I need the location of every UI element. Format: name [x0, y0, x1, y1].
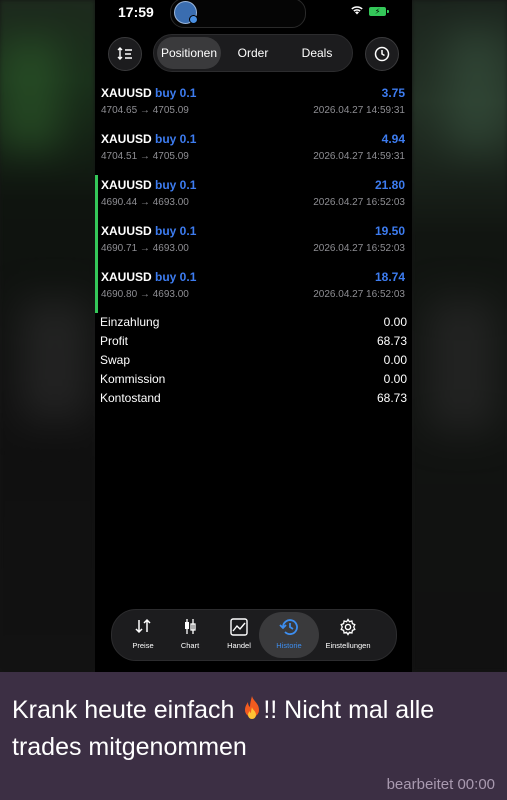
deal-profit: 21.80: [374, 178, 405, 192]
status-bar: 17:59 ⚡: [95, 0, 412, 28]
tab-label: Historie: [276, 641, 302, 650]
tab-historie[interactable]: Historie: [259, 610, 319, 660]
tab-deals[interactable]: Deals: [285, 37, 349, 69]
deal-date: 2026.04.27 14:59:31: [313, 105, 405, 116]
account-summary: Einzahlung 0.00 Profit 68.73 Swap 0.00 K…: [95, 314, 412, 409]
deal-row[interactable]: XAUUSD buy 0.1 18.74 4690.80 → 4693.00 2…: [95, 267, 412, 313]
summary-row-deposit: Einzahlung 0.00: [95, 314, 412, 333]
deal-prices: 4690.80 → 4693.00: [101, 289, 189, 300]
deal-profit: 19.50: [374, 224, 405, 238]
wifi-icon: [350, 4, 364, 18]
deal-profit: 18.74: [374, 270, 405, 284]
deal-direction: buy 0.1: [155, 224, 197, 238]
deal-date: 2026.04.27 16:52:03: [313, 243, 405, 254]
blurred-background-left: [0, 0, 95, 672]
summary-value: 0.00: [383, 372, 407, 386]
deal-prices: 4690.71 → 4693.00: [101, 243, 189, 254]
blurred-background-right: [412, 0, 507, 672]
deal-symbol: XAUUSD buy 0.1: [101, 178, 197, 192]
sort-button[interactable]: [108, 37, 142, 71]
deal-symbol: XAUUSD buy 0.1: [101, 86, 197, 100]
tab-positionen[interactable]: Positionen: [157, 37, 221, 69]
phone-screen: 17:59 ⚡ Positionen Order Deals XAUUSD bu…: [95, 0, 412, 672]
deal-profit: 3.75: [381, 86, 405, 100]
summary-row-commission: Kommission 0.00: [95, 371, 412, 390]
message-edited-timestamp: bearbeitet 00:00: [386, 776, 495, 793]
deal-direction: buy 0.1: [155, 86, 197, 100]
summary-value: 68.73: [376, 334, 407, 348]
period-button[interactable]: [365, 37, 399, 71]
tab-label: Einstellungen: [325, 641, 371, 650]
deal-prices: 4704.51 → 4705.09: [101, 151, 189, 162]
status-time: 17:59: [118, 4, 154, 20]
bottom-tab-bar: Preise Chart Handel Historie Einstellung…: [111, 609, 397, 661]
deal-prices: 4704.65 → 4705.09: [101, 105, 189, 116]
deal-direction: buy 0.1: [155, 178, 197, 192]
tab-chart[interactable]: Chart: [162, 610, 218, 660]
deal-direction: buy 0.1: [155, 132, 197, 146]
summary-row-profit: Profit 68.73: [95, 333, 412, 352]
history-segmented-control: Positionen Order Deals: [153, 34, 353, 72]
dynamic-island: [170, 0, 306, 28]
summary-value: 68.73: [376, 391, 407, 405]
chat-message-bubble[interactable]: Krank heute einfach !! Nicht mal alle tr…: [0, 672, 507, 800]
summary-label: Einzahlung: [100, 315, 160, 329]
sort-icon: [117, 47, 132, 60]
gear-icon: [320, 618, 376, 638]
deal-date: 2026.04.27 14:59:31: [313, 151, 405, 162]
battery-icon: ⚡: [369, 7, 389, 16]
deal-direction: buy 0.1: [155, 270, 197, 284]
summary-label: Kommission: [100, 372, 166, 386]
deal-row[interactable]: XAUUSD buy 0.1 21.80 4690.44 → 4693.00 2…: [95, 175, 412, 221]
deal-prices: 4690.44 → 4693.00: [101, 197, 189, 208]
deal-row[interactable]: XAUUSD buy 0.1 4.94 4704.51 → 4705.09 20…: [95, 129, 412, 175]
summary-value: 0.00: [383, 353, 407, 367]
history-icon: [261, 618, 317, 638]
deal-date: 2026.04.27 16:52:03: [313, 289, 405, 300]
deal-symbol: XAUUSD buy 0.1: [101, 132, 197, 146]
deal-row[interactable]: XAUUSD buy 0.1 19.50 4690.71 → 4693.00 2…: [95, 221, 412, 267]
deal-row[interactable]: XAUUSD buy 0.1 3.75 4704.65 → 4705.09 20…: [95, 83, 412, 129]
tab-order[interactable]: Order: [221, 37, 285, 69]
summary-label: Kontostand: [100, 391, 161, 405]
summary-row-swap: Swap 0.00: [95, 352, 412, 371]
tab-einstellungen[interactable]: Einstellungen: [320, 610, 376, 660]
message-text: Krank heute einfach !! Nicht mal alle tr…: [12, 695, 435, 761]
summary-label: Swap: [100, 353, 131, 367]
deal-symbol: XAUUSD buy 0.1: [101, 224, 197, 238]
deals-list: XAUUSD buy 0.1 3.75 4704.65 → 4705.09 20…: [95, 83, 412, 313]
summary-row-balance: Kontostand 68.73: [95, 390, 412, 409]
app-avatar-icon: [174, 1, 198, 24]
summary-label: Profit: [100, 334, 129, 348]
deal-profit: 4.94: [381, 132, 405, 146]
chart-icon: [162, 618, 218, 638]
fire-icon: [241, 695, 263, 721]
summary-value: 0.00: [383, 315, 407, 329]
deal-symbol: XAUUSD buy 0.1: [101, 270, 197, 284]
deal-date: 2026.04.27 16:52:03: [313, 197, 405, 208]
clock-icon: [374, 46, 390, 62]
